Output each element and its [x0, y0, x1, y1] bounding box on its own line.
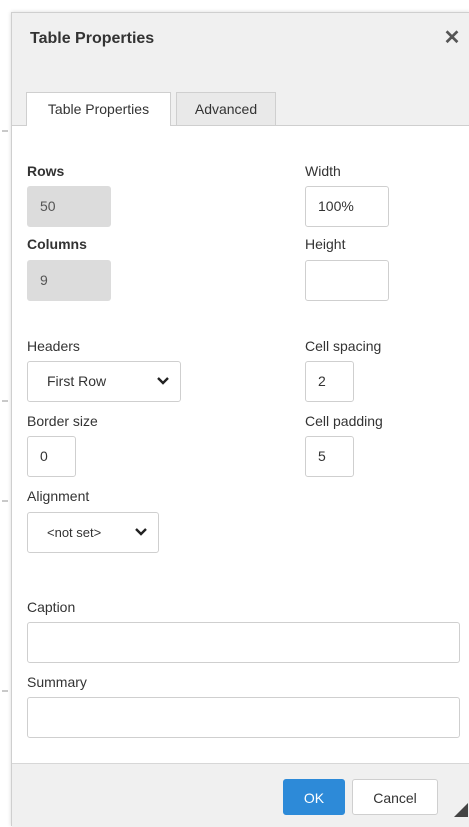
cell-padding-field[interactable]: 5	[305, 436, 354, 477]
dialog-title: Table Properties	[30, 30, 155, 47]
background-mark	[2, 400, 8, 402]
caption-label: Caption	[27, 599, 76, 615]
width-label: Width	[305, 163, 341, 179]
headers-select[interactable]: First Row	[27, 361, 181, 402]
caption-input[interactable]	[27, 622, 460, 663]
height-field[interactable]	[305, 260, 389, 301]
width-field[interactable]: 100%	[305, 186, 389, 227]
columns-label: Columns	[27, 236, 87, 252]
cancel-button[interactable]: Cancel	[352, 779, 438, 815]
table-properties-dialog: Table Properties ✕ Table Properties Adva…	[11, 12, 469, 827]
summary-label: Summary	[27, 674, 87, 690]
ok-button[interactable]: OK	[283, 779, 345, 815]
alignment-select[interactable]: <not set>	[27, 512, 159, 553]
summary-input[interactable]	[27, 697, 460, 738]
cell-spacing-label: Cell spacing	[305, 338, 382, 354]
rows-label: Rows	[27, 163, 65, 179]
close-icon[interactable]: ✕	[442, 26, 462, 50]
tab-bar: Table Properties Advanced	[12, 67, 469, 126]
chevron-down-icon	[157, 377, 169, 385]
background-mark	[2, 130, 8, 132]
cell-spacing-field[interactable]: 2	[305, 361, 354, 402]
columns-field: 9	[27, 260, 111, 301]
background-mark	[2, 690, 8, 692]
border-size-label: Border size	[27, 413, 98, 429]
alignment-label: Alignment	[27, 488, 90, 504]
headers-label: Headers	[27, 338, 80, 354]
headers-select-value: First Row	[47, 373, 107, 389]
height-label: Height	[305, 236, 346, 252]
resize-handle-icon[interactable]	[452, 801, 468, 817]
dialog-titlebar: Table Properties ✕	[12, 13, 469, 68]
tab-advanced[interactable]: Advanced	[176, 92, 276, 125]
background-mark	[2, 500, 8, 502]
chevron-down-icon	[135, 528, 147, 536]
rows-field: 50	[27, 186, 111, 227]
border-size-field[interactable]: 0	[27, 436, 76, 477]
cell-padding-label: Cell padding	[305, 413, 383, 429]
tab-table-properties[interactable]: Table Properties	[26, 92, 171, 126]
alignment-select-value: <not set>	[47, 525, 102, 540]
dialog-footer: OK Cancel	[12, 763, 469, 827]
